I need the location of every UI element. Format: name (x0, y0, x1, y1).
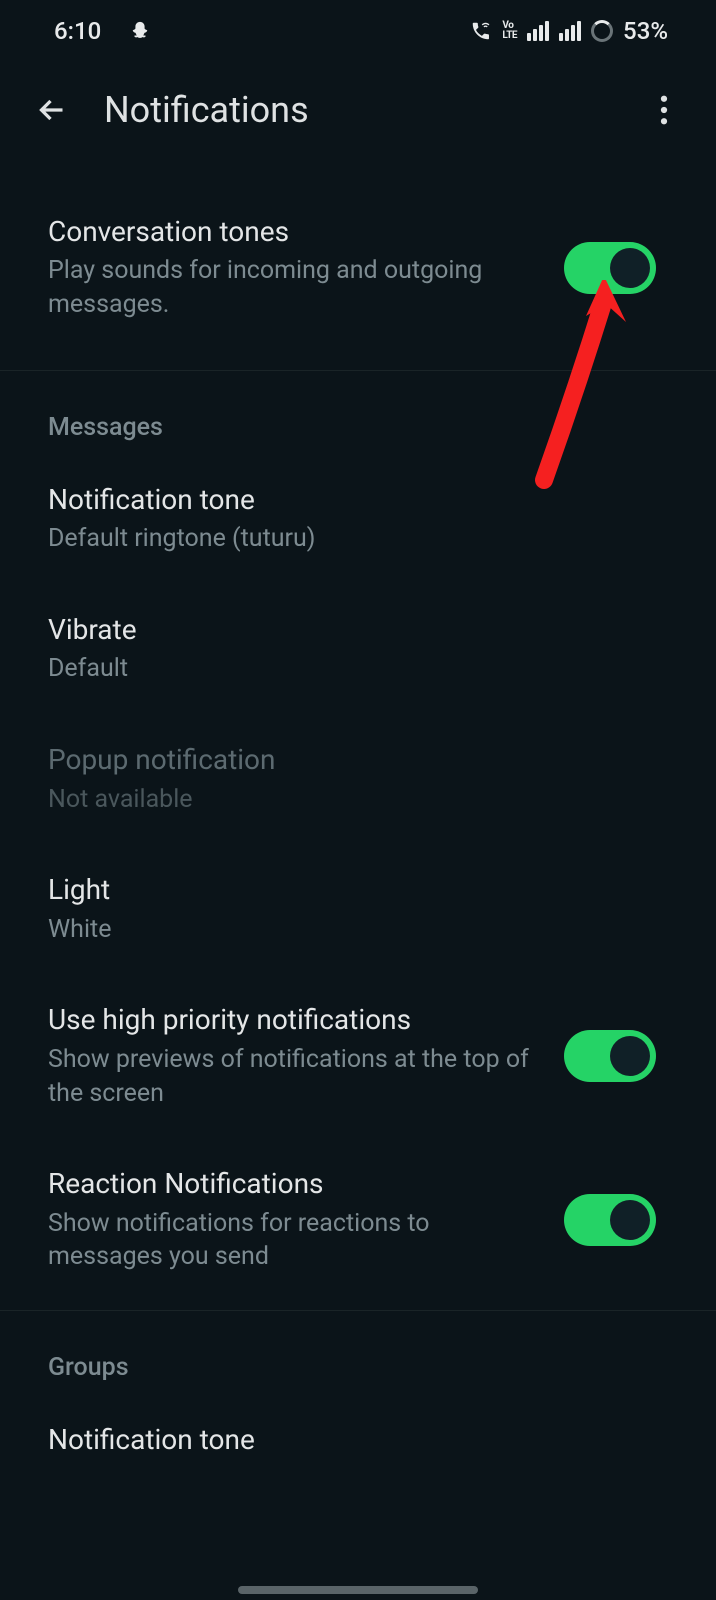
notification-tone-text: Notification tone Default ringtone (tutu… (48, 482, 668, 556)
high-priority-subtitle: Show previews of notifications at the to… (48, 1043, 540, 1111)
toggle-knob (610, 1036, 650, 1076)
more-options-button[interactable] (640, 86, 688, 134)
back-button[interactable] (28, 86, 76, 134)
vibrate-subtitle: Default (48, 652, 668, 686)
groups-notification-tone-title: Notification tone (48, 1422, 668, 1458)
reaction-notifications-text: Reaction Notifications Show notification… (48, 1166, 540, 1274)
messages-section-header: Messages (0, 379, 716, 454)
high-priority-toggle[interactable] (564, 1030, 656, 1082)
toggle-knob (610, 1200, 650, 1240)
groups-notification-tone-row[interactable]: Notification tone (0, 1394, 716, 1458)
conversation-tones-text: Conversation tones Play sounds for incom… (48, 214, 540, 322)
toggle-knob (610, 248, 650, 288)
reaction-notifications-subtitle: Show notifications for reactions to mess… (48, 1207, 540, 1275)
popup-notification-text: Popup notification Not available (48, 742, 668, 816)
high-priority-title: Use high priority notifications (48, 1002, 540, 1038)
light-title: Light (48, 872, 668, 908)
back-arrow-icon (34, 92, 70, 128)
notification-tone-title: Notification tone (48, 482, 668, 518)
wifi-calling-icon (470, 20, 492, 42)
conversation-tones-row[interactable]: Conversation tones Play sounds for incom… (0, 166, 716, 362)
status-bar: 6:10 VoLTE 53% (0, 0, 716, 62)
vibrate-text: Vibrate Default (48, 612, 668, 686)
vibrate-row[interactable]: Vibrate Default (0, 584, 716, 714)
signal-icon-1 (527, 21, 549, 41)
groups-notification-tone-text: Notification tone (48, 1422, 668, 1458)
app-bar: Notifications (0, 62, 716, 158)
status-time: 6:10 (54, 17, 101, 45)
popup-notification-subtitle: Not available (48, 783, 668, 817)
light-subtitle: White (48, 913, 668, 947)
notification-tone-subtitle: Default ringtone (tuturu) (48, 522, 668, 556)
snapchat-notification-icon (129, 20, 151, 42)
reaction-notifications-row[interactable]: Reaction Notifications Show notification… (0, 1138, 716, 1302)
light-text: Light White (48, 872, 668, 946)
page-title: Notifications (104, 89, 612, 131)
conversation-tones-subtitle: Play sounds for incoming and outgoing me… (48, 254, 540, 322)
popup-notification-title: Popup notification (48, 742, 668, 778)
conversation-tones-title: Conversation tones (48, 214, 540, 250)
high-priority-row[interactable]: Use high priority notifications Show pre… (0, 974, 716, 1138)
battery-spinner-icon (591, 20, 613, 42)
divider (0, 370, 716, 371)
battery-percentage: 53% (623, 17, 668, 45)
conversation-tones-toggle[interactable] (564, 242, 656, 294)
status-left: 6:10 (54, 17, 151, 45)
light-row[interactable]: Light White (0, 844, 716, 974)
reaction-notifications-title: Reaction Notifications (48, 1166, 540, 1202)
reaction-notifications-toggle[interactable] (564, 1194, 656, 1246)
vibrate-title: Vibrate (48, 612, 668, 648)
groups-section-header: Groups (0, 1319, 716, 1394)
more-vertical-icon (660, 95, 668, 125)
status-right: VoLTE 53% (470, 17, 668, 45)
volte-icon: VoLTE (502, 21, 517, 41)
home-indicator[interactable] (238, 1586, 478, 1594)
signal-icon-2 (559, 21, 581, 41)
high-priority-text: Use high priority notifications Show pre… (48, 1002, 540, 1110)
popup-notification-row: Popup notification Not available (0, 714, 716, 844)
notification-tone-row[interactable]: Notification tone Default ringtone (tutu… (0, 454, 716, 584)
divider (0, 1310, 716, 1311)
settings-content: Conversation tones Play sounds for incom… (0, 158, 716, 1459)
